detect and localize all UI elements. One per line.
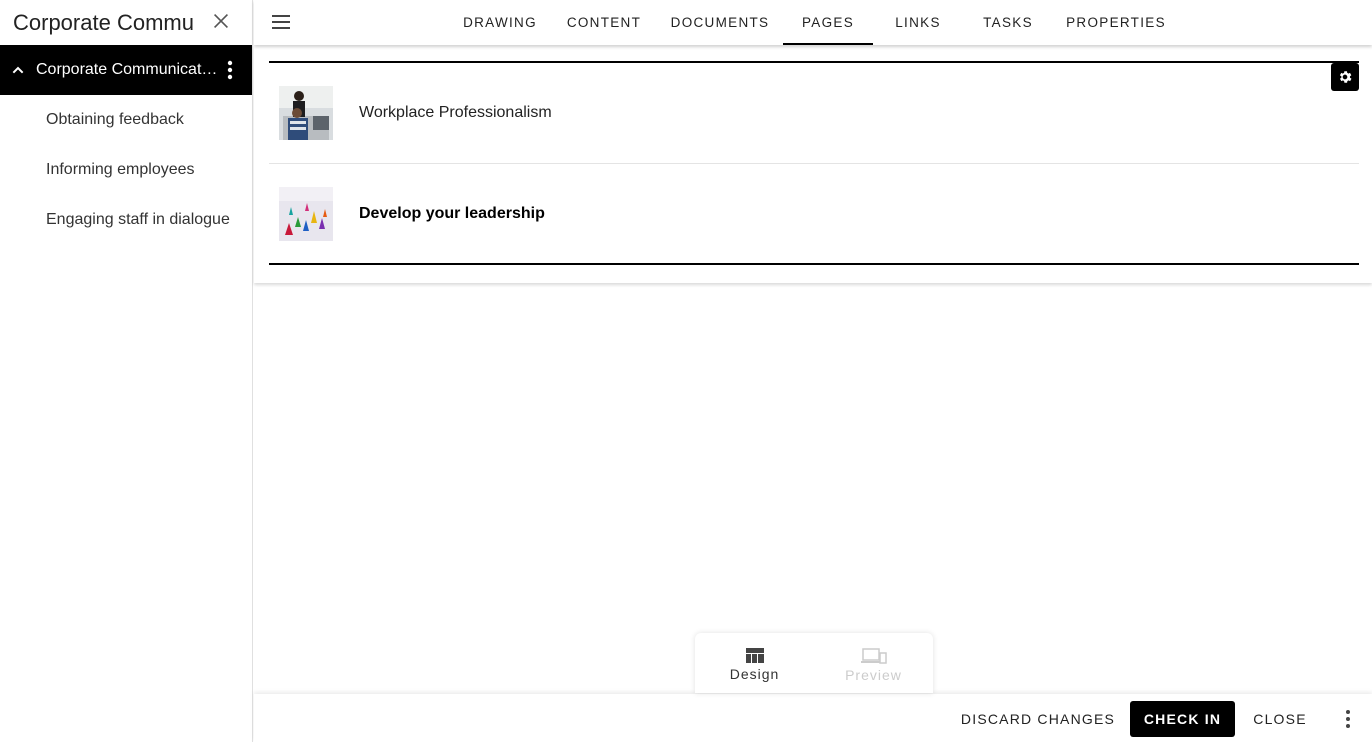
tab-tasks[interactable]: TASKS xyxy=(970,0,1046,45)
chevron-up-icon[interactable] xyxy=(10,62,26,78)
tab-content[interactable]: CONTENT xyxy=(559,0,649,45)
preview-mode-label: Preview xyxy=(845,666,902,683)
tab-documents[interactable]: DOCUMENTS xyxy=(665,0,775,45)
view-mode-switcher: Design Preview xyxy=(695,633,933,693)
page-thumbnail-image xyxy=(279,86,333,140)
top-bar: DRAWING CONTENT DOCUMENTS PAGES LINKS TA… xyxy=(254,0,1372,45)
hamburger-menu-icon[interactable] xyxy=(270,12,292,32)
design-mode-button[interactable]: Design xyxy=(695,633,814,693)
tab-pages[interactable]: PAGES xyxy=(783,0,873,45)
more-vert-icon[interactable] xyxy=(222,60,238,80)
sidebar-item-engaging-staff[interactable]: Engaging staff in dialogue xyxy=(0,195,252,245)
tab-properties[interactable]: PROPERTIES xyxy=(1062,0,1170,45)
sidebar-item-corporate-communications[interactable]: Corporate Communications xyxy=(0,45,252,95)
sidebar-header: Corporate Communications xyxy=(0,0,252,45)
tab-links[interactable]: LINKS xyxy=(882,0,954,45)
sidebar-active-label: Corporate Communications xyxy=(36,61,218,78)
dashboard-icon xyxy=(745,648,764,663)
footer-bar: DISCARD CHANGES CHECK IN CLOSE xyxy=(254,694,1372,742)
sidebar: Corporate Communications Corporate Commu… xyxy=(0,0,253,742)
page-title: Develop your leadership xyxy=(359,204,545,222)
pages-list: Workplace Professionalism Develop your l… xyxy=(269,61,1359,265)
more-vert-icon[interactable] xyxy=(1340,709,1356,729)
close-button[interactable]: CLOSE xyxy=(1246,701,1314,737)
tab-drawing[interactable]: DRAWING xyxy=(457,0,543,45)
page-thumbnail-image xyxy=(279,186,333,241)
sidebar-item-informing-employees[interactable]: Informing employees xyxy=(0,145,252,195)
preview-mode-button[interactable]: Preview xyxy=(814,633,933,693)
discard-changes-button[interactable]: DISCARD CHANGES xyxy=(954,701,1122,737)
sidebar-title: Corporate Communications xyxy=(13,9,195,35)
list-item[interactable]: Workplace Professionalism xyxy=(269,63,1359,163)
design-mode-label: Design xyxy=(729,666,780,682)
check-in-button[interactable]: CHECK IN xyxy=(1130,701,1235,737)
pages-panel: Workplace Professionalism Develop your l… xyxy=(254,45,1372,283)
list-item[interactable]: Develop your leadership xyxy=(269,163,1359,263)
devices-icon xyxy=(860,647,887,664)
close-icon[interactable] xyxy=(210,10,232,32)
page-title: Workplace Professionalism xyxy=(359,104,552,121)
sidebar-item-obtaining-feedback[interactable]: Obtaining feedback xyxy=(0,95,252,145)
